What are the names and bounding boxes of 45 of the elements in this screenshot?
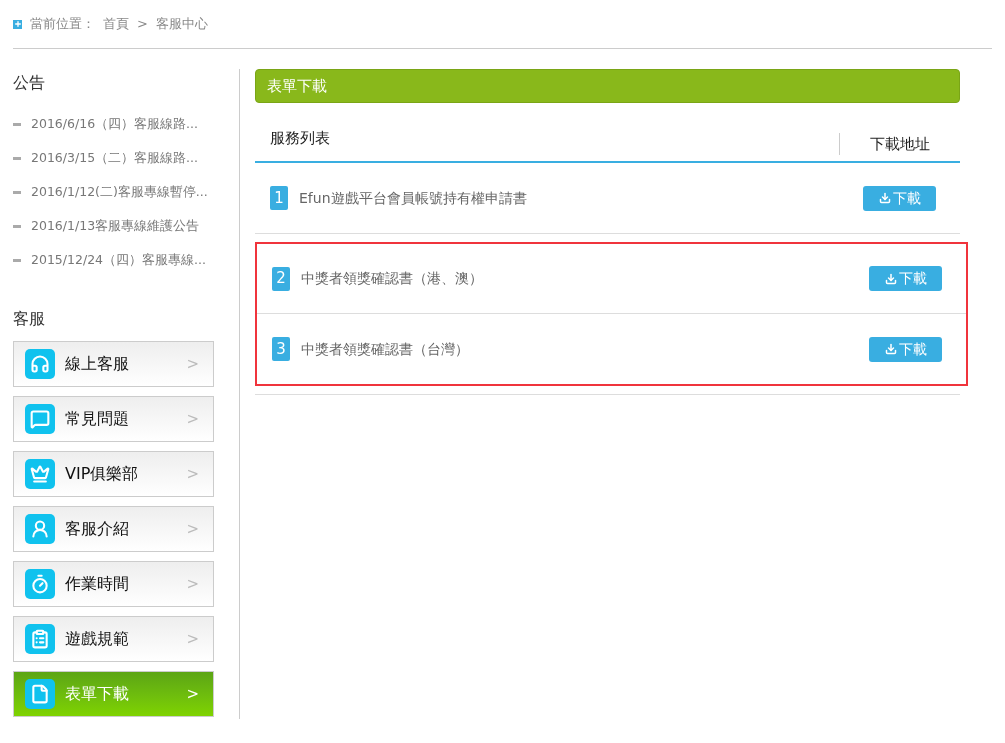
row-number: 1 xyxy=(270,186,288,210)
menu-item[interactable]: 常見問題 > xyxy=(13,396,214,442)
headset-icon xyxy=(25,349,55,379)
notice-link[interactable]: 2016/6/16（四）客服線路... xyxy=(31,114,198,134)
menu-item[interactable]: 客服介紹 > xyxy=(13,506,214,552)
document-icon xyxy=(25,679,55,709)
question-bubble-icon xyxy=(25,404,55,434)
dash-icon xyxy=(13,156,21,160)
crown-icon xyxy=(25,459,55,489)
download-icon xyxy=(884,272,897,285)
panel-header: 表單下載 xyxy=(255,69,960,103)
form-name: 中獎者領獎確認書（台灣） xyxy=(301,339,469,359)
breadcrumb-separator: > xyxy=(137,15,148,34)
dash-icon xyxy=(13,258,21,262)
form-name: Efun遊戲平台會員帳號持有權申請書 xyxy=(299,188,527,208)
dash-icon xyxy=(13,190,21,194)
menu-item[interactable]: 作業時間 > xyxy=(13,561,214,607)
breadcrumb-link[interactable]: 首頁 xyxy=(103,14,129,34)
menu-item[interactable]: 遊戲規範 > xyxy=(13,616,214,662)
stopwatch-icon xyxy=(25,569,55,599)
plus-icon xyxy=(13,19,22,29)
menu-item[interactable]: 線上客服 > xyxy=(13,341,214,387)
breadcrumb-label: 當前位置： xyxy=(30,15,95,34)
download-icon xyxy=(878,192,891,204)
column-header: 下載地址 xyxy=(870,133,930,155)
dash-icon xyxy=(13,122,21,126)
section-title: 公告 xyxy=(13,72,46,94)
row-number: 2 xyxy=(272,266,290,291)
download-button[interactable]: 下載 xyxy=(869,266,942,291)
menu-item[interactable]: VIP俱樂部 > xyxy=(13,451,214,497)
clipboard-icon xyxy=(25,624,55,654)
notice-link[interactable]: 2016/3/15（二）客服線路... xyxy=(31,148,198,168)
notice-link[interactable]: 2016/1/13客服專線維護公告 xyxy=(31,216,200,236)
form-name: 中獎者領獎確認書（港、澳） xyxy=(301,269,483,288)
person-icon xyxy=(25,514,55,544)
download-icon xyxy=(884,343,897,355)
breadcrumb-link[interactable]: 客服中心 xyxy=(155,14,208,34)
column-header: 服務列表 xyxy=(270,127,330,149)
download-button[interactable]: 下載 xyxy=(869,336,942,362)
notice-link[interactable]: 2015/12/24（四）客服專線... xyxy=(31,250,206,270)
section-title: 客服 xyxy=(13,308,46,330)
dash-icon xyxy=(13,224,21,228)
download-button[interactable]: 下載 xyxy=(863,185,936,211)
notice-link[interactable]: 2016/1/12(二)客服專線暫停... xyxy=(31,182,208,202)
row-number: 3 xyxy=(272,337,290,361)
